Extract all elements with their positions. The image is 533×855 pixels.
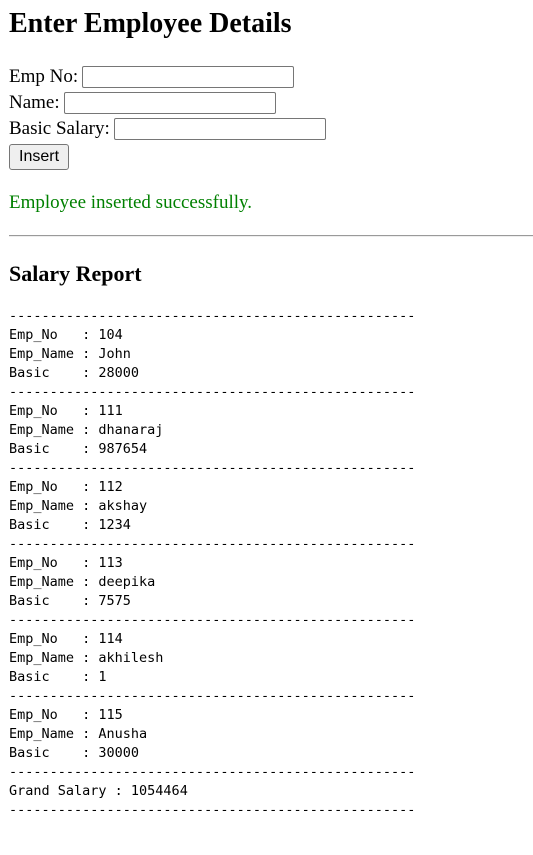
- emp-name-line-value: John: [98, 346, 131, 362]
- emp-name-line-value: dhanaraj: [98, 422, 164, 438]
- emp-name-line-label: Emp_Name :: [9, 498, 99, 514]
- emp-no-line-label: Emp_No :: [9, 707, 99, 723]
- basic-line-label: Basic :: [9, 593, 99, 609]
- basic-line-label: Basic :: [9, 365, 99, 381]
- name-input[interactable]: [63, 92, 276, 114]
- emp-no-line: Emp_No : 114: [9, 630, 533, 649]
- salary-report: ----------------------------------------…: [9, 307, 533, 820]
- emp-no-line-label: Emp_No :: [9, 631, 99, 647]
- grand-salary-line-label: Grand Salary :: [9, 783, 131, 799]
- emp-no-line-value: 111: [98, 403, 123, 419]
- emp-name-line-label: Emp_Name :: [9, 574, 99, 590]
- emp-no-line-label: Emp_No :: [9, 403, 99, 419]
- emp-name-line: Emp_Name : Anusha: [9, 725, 533, 744]
- emp-no-line-label: Emp_No :: [9, 479, 99, 495]
- basic-line-value: 1: [98, 669, 107, 685]
- name-row: Name:: [9, 90, 533, 116]
- report-rule: ----------------------------------------…: [9, 688, 416, 704]
- basic-salary-input[interactable]: [113, 118, 326, 140]
- emp-name-line-value: Anusha: [98, 726, 148, 742]
- emp-no-line: Emp_No : 111: [9, 402, 533, 421]
- emp-no-line-label: Emp_No :: [9, 327, 99, 343]
- emp-no-line: Emp_No : 112: [9, 478, 533, 497]
- basic-line: Basic : 1: [9, 668, 533, 687]
- report-rule: ----------------------------------------…: [9, 764, 416, 780]
- basic-line-value: 30000: [98, 745, 140, 761]
- page: Enter Employee Details Emp No: Name: Bas…: [0, 6, 533, 820]
- emp-name-line: Emp_Name : dhanaraj: [9, 421, 533, 440]
- emp-no-line-value: 112: [98, 479, 123, 495]
- basic-line-value: 7575: [98, 593, 131, 609]
- report-rule: ----------------------------------------…: [9, 308, 416, 324]
- basic-line-value: 987654: [98, 441, 148, 457]
- report-rule: ----------------------------------------…: [9, 612, 416, 628]
- basic-line-value: 28000: [98, 365, 140, 381]
- report-rule: ----------------------------------------…: [9, 536, 416, 552]
- basic-line: Basic : 987654: [9, 440, 533, 459]
- report-rule: ----------------------------------------…: [9, 384, 416, 400]
- grand-salary-line: Grand Salary : 1054464: [9, 782, 533, 801]
- basic-line: Basic : 1234: [9, 516, 533, 535]
- emp-name-line-value: deepika: [98, 574, 156, 590]
- emp-no-input[interactable]: [82, 66, 295, 88]
- basic-salary-label: Basic Salary:: [9, 118, 110, 139]
- name-label: Name:: [9, 92, 60, 113]
- emp-no-row: Emp No:: [9, 64, 533, 90]
- emp-no-line: Emp_No : 104: [9, 326, 533, 345]
- emp-no-line: Emp_No : 113: [9, 554, 533, 573]
- emp-name-line-label: Emp_Name :: [9, 346, 99, 362]
- emp-name-line: Emp_Name : deepika: [9, 573, 533, 592]
- emp-no-line-value: 114: [98, 631, 123, 647]
- report-title: Salary Report: [9, 261, 142, 286]
- basic-line-value: 1234: [98, 517, 131, 533]
- emp-name-line-label: Emp_Name :: [9, 726, 99, 742]
- emp-name-line-label: Emp_Name :: [9, 422, 99, 438]
- emp-no-line-value: 104: [98, 327, 123, 343]
- insert-button[interactable]: Insert: [9, 144, 70, 170]
- basic-line: Basic : 28000: [9, 364, 533, 383]
- emp-no-line: Emp_No : 115: [9, 706, 533, 725]
- basic-line-label: Basic :: [9, 517, 99, 533]
- grand-salary-line-value: 1054464: [130, 783, 188, 799]
- emp-name-line: Emp_Name : John: [9, 345, 533, 364]
- basic-line-label: Basic :: [9, 745, 99, 761]
- employee-form: Emp No: Name: Basic Salary: Insert: [9, 64, 533, 170]
- divider: [9, 235, 533, 237]
- basic-salary-row: Basic Salary:: [9, 116, 533, 142]
- emp-name-line-label: Emp_Name :: [9, 650, 99, 666]
- emp-name-line: Emp_Name : akhilesh: [9, 649, 533, 668]
- basic-line-label: Basic :: [9, 441, 99, 457]
- emp-name-line-value: akhilesh: [98, 650, 164, 666]
- emp-no-line-value: 115: [98, 707, 123, 723]
- emp-name-line-value: akshay: [98, 498, 148, 514]
- basic-line-label: Basic :: [9, 669, 99, 685]
- basic-line: Basic : 7575: [9, 592, 533, 611]
- emp-no-line-label: Emp_No :: [9, 555, 99, 571]
- success-message: Employee inserted successfully.: [9, 192, 253, 213]
- report-rule: ----------------------------------------…: [9, 802, 416, 818]
- emp-no-label: Emp No:: [9, 66, 79, 87]
- emp-name-line: Emp_Name : akshay: [9, 497, 533, 516]
- emp-no-line-value: 113: [98, 555, 123, 571]
- form-title: Enter Employee Details: [9, 8, 292, 39]
- basic-line: Basic : 30000: [9, 744, 533, 763]
- report-rule: ----------------------------------------…: [9, 460, 416, 476]
